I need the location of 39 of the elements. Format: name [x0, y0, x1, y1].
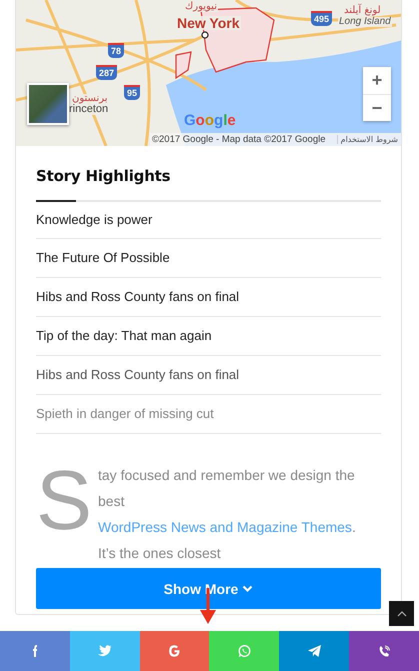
back-to-top-button[interactable] [389, 601, 414, 626]
place-label: rinceton [68, 104, 110, 115]
highway-shield: 287 [96, 65, 118, 80]
satellite-thumbnail[interactable] [27, 83, 69, 125]
city-label: New York [176, 16, 241, 30]
share-button[interactable] [70, 631, 140, 671]
place-label: لونغ آيلند [343, 6, 382, 16]
zoom-out-button[interactable]: − [363, 94, 391, 121]
place-label: نيويورك [184, 2, 218, 12]
chevron-down-icon [242, 584, 254, 592]
google-icon [167, 644, 182, 658]
place-label: برنستون [71, 94, 109, 104]
highlight-link[interactable]: Knowledge is power [36, 202, 381, 239]
share-button[interactable] [209, 631, 280, 671]
share-button[interactable] [279, 631, 350, 671]
chevron-up-icon [396, 610, 406, 616]
share-button[interactable] [349, 631, 419, 671]
phone-icon [376, 644, 392, 658]
map-attribution: ©2017 Google - Map data ©2017 Google [151, 134, 326, 145]
zoom-in-button[interactable]: + [363, 67, 391, 94]
drop-cap: S [36, 458, 90, 542]
place-label: Long Island [338, 17, 392, 27]
bird-icon [97, 644, 112, 658]
article-paragraph: tay focused and remember we design the best WordPress News and Magazine Themes. It’s the ones closest [98, 466, 357, 563]
highlight-link[interactable]: Hibs and Ross County fans on final [36, 278, 381, 317]
chat-phone-icon [236, 644, 252, 658]
share-button[interactable] [140, 631, 210, 671]
facebook-icon [32, 645, 38, 657]
highway-shield: 95 [124, 85, 140, 100]
highlight-link[interactable]: Spieth in danger of missing cut [36, 395, 381, 434]
highlight-link[interactable]: Hibs and Ross County fans on final [36, 356, 381, 395]
highway-shield: 495 [311, 11, 332, 26]
terms-link[interactable]: شروط الاستخدام [336, 135, 401, 144]
highlight-link[interactable]: Tip of the day: That man again [36, 317, 381, 356]
highlight-link[interactable]: The Future Of Possible [36, 239, 381, 278]
section-heading: Story Highlights [36, 168, 172, 184]
highway-shield: 78 [108, 43, 124, 58]
map-logo: Google [184, 112, 236, 129]
paper-plane-icon [306, 644, 322, 658]
